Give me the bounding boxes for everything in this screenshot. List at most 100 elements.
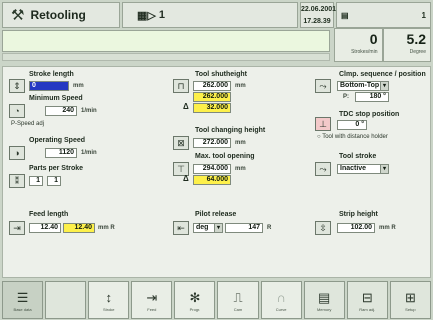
softkey-label: Memory bbox=[316, 306, 332, 312]
softkey-curve[interactable]: ∩ Curve bbox=[260, 281, 302, 319]
pulse-icon: ⎍ bbox=[233, 289, 243, 305]
date-text: 22.06.2001 bbox=[301, 6, 337, 13]
degree-label: Degree bbox=[409, 49, 426, 55]
chevron-down-icon: ▾ bbox=[380, 82, 388, 90]
program-icon: ▦▷ bbox=[137, 9, 159, 22]
pilot-release-unit: R bbox=[267, 225, 272, 231]
softkey-feed[interactable]: ⇥ Feed bbox=[131, 281, 173, 319]
document-icon: ▤ bbox=[318, 289, 331, 305]
operating-speed-icon: ◑ bbox=[9, 146, 25, 160]
softkey-empty[interactable] bbox=[45, 281, 87, 319]
stroke-length-label: Stroke length bbox=[29, 71, 74, 78]
chevron-down-icon: ▾ bbox=[214, 224, 222, 232]
hmi-screen: ⚒ Retooling ▦▷ 1 22.06.2001 17.28.39 ▤ 1… bbox=[0, 0, 433, 320]
minimum-speed-label: Minimum Speed bbox=[29, 95, 83, 102]
status-icon: ▤ bbox=[341, 10, 349, 20]
softkey-memory[interactable]: ▤ Memory bbox=[303, 281, 345, 319]
stroke-length-unit: mm bbox=[73, 83, 84, 89]
pilot-unit-select[interactable]: deg ▾ bbox=[193, 223, 223, 233]
degree-value: 5.2 bbox=[406, 31, 426, 47]
tool-changing-height-label: Tool changing height bbox=[195, 127, 266, 134]
tdc-stop-label: TDC stop position bbox=[339, 111, 400, 118]
parts-input-2[interactable]: 1 bbox=[47, 176, 61, 186]
shutheight-icon: ⊓ bbox=[173, 79, 189, 93]
feed-length-label: Feed length bbox=[29, 211, 69, 218]
softkey-label: Feed bbox=[147, 306, 157, 312]
softkey-label: Setup bbox=[405, 306, 416, 312]
softkey-label: Stroke bbox=[102, 306, 115, 312]
softkey-ram-adj[interactable]: ⊟ Ram adj. bbox=[346, 281, 388, 319]
datetime: 22.06.2001 17.28.39 bbox=[300, 2, 337, 28]
softkey-base-data[interactable]: ☰ Base data bbox=[2, 281, 44, 319]
delta-icon: Δ bbox=[183, 102, 189, 111]
speed-adjust-check[interactable]: P-Speed adj bbox=[11, 121, 44, 127]
clmp-sequence-label: Clmp. sequence / position bbox=[339, 71, 426, 78]
softkey-label: Ram adj. bbox=[359, 306, 376, 312]
counters: 0 Strokes/min 5.2 Degree bbox=[334, 28, 431, 62]
menu-icon: ☰ bbox=[16, 289, 29, 305]
tdc-stop-input[interactable]: 0 ° bbox=[337, 120, 367, 130]
degree-counter: 5.2 Degree bbox=[382, 28, 431, 62]
operating-speed-label: Operating Speed bbox=[29, 137, 86, 144]
program-number: 1 bbox=[158, 9, 166, 21]
max-tool-opening-delta: 64.000 bbox=[193, 175, 231, 185]
tool-stroke-icon: ⤳ bbox=[315, 162, 331, 176]
softkey-stroke[interactable]: ↕ Stroke bbox=[88, 281, 130, 319]
parts-input-1[interactable]: 1 bbox=[29, 176, 43, 186]
minimum-speed-unit: 1/min bbox=[81, 108, 97, 114]
operating-speed-input[interactable]: 1120 bbox=[45, 148, 77, 158]
chevron-down-icon: ▾ bbox=[380, 165, 388, 173]
clmp-sequence-select[interactable]: Bottom-Top ▾ bbox=[337, 81, 389, 91]
feed-length-actual: 12.40 bbox=[63, 223, 95, 233]
softkey-label: Curve bbox=[275, 306, 287, 312]
header-bar: ⚒ Retooling ▦▷ 1 22.06.2001 17.28.39 ▤ 1 bbox=[0, 2, 433, 28]
gear-icon: ✻ bbox=[189, 289, 201, 305]
pilot-release-label: Pilot release bbox=[195, 211, 237, 218]
tool-stroke-label: Tool stroke bbox=[339, 153, 377, 160]
feed-length-input[interactable]: 12.40 bbox=[29, 223, 61, 233]
max-tool-opening-unit: mm bbox=[235, 166, 246, 172]
strip-height-input[interactable]: 102.00 bbox=[337, 223, 375, 233]
softkey-setup[interactable]: ⊞ Setup bbox=[389, 281, 431, 319]
max-tool-opening-input[interactable]: 294.000 bbox=[193, 164, 231, 174]
strokes-value: 0 bbox=[369, 31, 378, 47]
curve-icon: ∩ bbox=[276, 289, 286, 305]
stroke-icon: ↕ bbox=[105, 289, 112, 305]
time-text: 17.28.39 bbox=[303, 18, 331, 25]
tool-stroke-select[interactable]: Inactive ▾ bbox=[337, 164, 389, 174]
delta-icon-2: Δ bbox=[183, 174, 189, 183]
softkey-progr[interactable]: ✻ Progr. bbox=[174, 281, 216, 319]
page-title: Retooling bbox=[30, 8, 86, 22]
tool-holder-check[interactable]: ○ Tool with distance holder bbox=[317, 134, 388, 140]
pilot-release-input[interactable]: 147 bbox=[225, 223, 263, 233]
wrench-icon: ⚒ bbox=[11, 7, 25, 24]
parameter-panel: Stroke length ⇕ 0 mm Minimum Speed ◔ 240… bbox=[2, 66, 431, 278]
stroke-length-input[interactable]: 0 bbox=[29, 81, 69, 91]
tool-shutheight-actual: 262.000 bbox=[193, 92, 231, 102]
tool-stroke-value: Inactive bbox=[340, 165, 367, 172]
strip-height-unit: mm R bbox=[379, 225, 396, 231]
softkey-bar: ☰ Base data ↕ Stroke ⇥ Feed ✻ Progr. ⎍ C… bbox=[0, 280, 433, 320]
tool-shutheight-delta: 32.000 bbox=[193, 103, 231, 113]
status-page: 1 bbox=[421, 10, 426, 20]
tool-shutheight-label: Tool shutheight bbox=[195, 71, 247, 78]
tool-shutheight-input[interactable]: 262.000 bbox=[193, 81, 231, 91]
press-icon: ⊟ bbox=[361, 289, 373, 305]
tool-changing-height-input[interactable]: 272.000 bbox=[193, 138, 231, 148]
clmp-sequence-value: Bottom-Top bbox=[340, 82, 380, 89]
mode-title[interactable]: ⚒ Retooling bbox=[2, 2, 120, 28]
softkey-cam[interactable]: ⎍ Cam bbox=[217, 281, 259, 319]
strokes-counter: 0 Strokes/min bbox=[334, 28, 383, 62]
strip-height-label: Strip height bbox=[339, 211, 378, 218]
operating-speed-unit: 1/min bbox=[81, 150, 97, 156]
pilot-unit-value: deg bbox=[196, 224, 209, 231]
parts-per-stroke-label: Parts per Stroke bbox=[29, 165, 84, 172]
tdc-icon: ⊥ bbox=[315, 117, 331, 131]
program-indicator: ▦▷ 1 bbox=[122, 2, 298, 28]
clamp-icon: ⤳ bbox=[315, 79, 331, 93]
minimum-speed-input[interactable]: 240 bbox=[45, 106, 77, 116]
clamp-position-input[interactable]: 180 ° bbox=[355, 92, 389, 102]
stroke-length-icon: ⇕ bbox=[9, 79, 25, 93]
status-box: ▤ 1 bbox=[336, 2, 431, 28]
feed-icon: ⇥ bbox=[9, 221, 25, 235]
